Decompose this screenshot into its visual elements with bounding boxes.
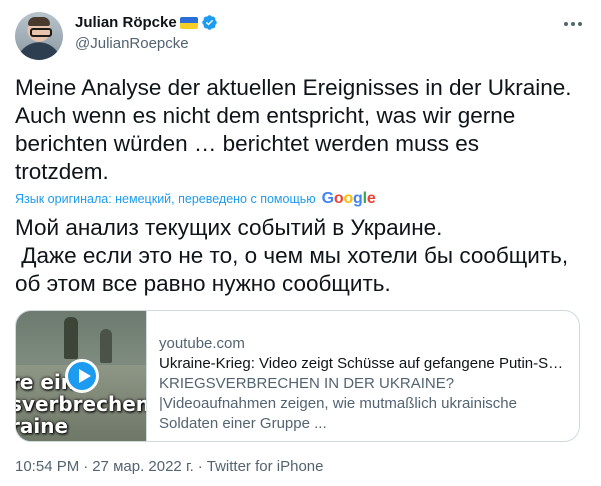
- link-card-domain: youtube.com: [159, 335, 245, 352]
- meta-separator: ·: [197, 458, 203, 475]
- google-logo-icon: Google: [321, 190, 376, 207]
- play-icon[interactable]: [65, 359, 99, 393]
- verified-badge-icon: [201, 15, 217, 30]
- translation-note-text[interactable]: Язык оригинала: немецкий, переведено с п…: [15, 192, 316, 206]
- author-handle[interactable]: @JulianRoepcke: [75, 35, 189, 52]
- ukraine-flag-icon: [179, 16, 198, 29]
- translated-text: Мой анализ текущих событий в Украине. Да…: [15, 215, 569, 296]
- tweet-text: Meine Analyse der aktuellen Ereignisses …: [15, 75, 572, 184]
- more-options-icon[interactable]: [561, 14, 585, 34]
- author-name-line: Julian Röpcke: [75, 14, 218, 31]
- link-card-body: youtube.com Ukraine-Krieg: Video zeigt S…: [147, 311, 579, 441]
- meta-separator: ·: [83, 458, 89, 475]
- link-card-title: Ukraine-Krieg: Video zeigt Schüsse auf g…: [159, 355, 567, 372]
- author-display-name[interactable]: Julian Röpcke: [75, 14, 177, 31]
- tweet-meta: 10:54 PM · 27 мар. 2022 г. · Twitter for…: [15, 458, 323, 475]
- link-card-description: KRIEGSVERBRECHEN IN DER UKRAINE?|Videoau…: [159, 375, 517, 432]
- translation-note: Язык оригинала: немецкий, переведено с п…: [15, 190, 376, 208]
- tweet-time[interactable]: 10:54 PM: [15, 458, 79, 475]
- author-avatar[interactable]: [15, 12, 63, 60]
- video-thumbnail[interactable]: re ein sverbrechen raine: [16, 311, 147, 441]
- link-preview-card[interactable]: re ein sverbrechen raine youtube.com Ukr…: [15, 310, 580, 442]
- tweet-header: Julian Röpcke @JulianRoepcke: [15, 12, 587, 62]
- tweet-source[interactable]: Twitter for iPhone: [207, 458, 324, 475]
- tweet-date[interactable]: 27 мар. 2022 г.: [92, 458, 194, 475]
